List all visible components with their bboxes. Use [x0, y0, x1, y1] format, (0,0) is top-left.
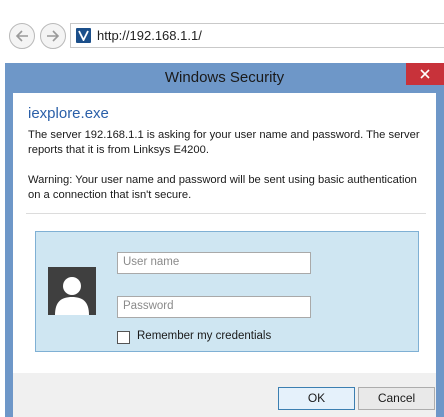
remember-checkbox[interactable] — [117, 331, 130, 344]
divider — [26, 213, 426, 214]
username-field[interactable]: User name — [117, 252, 311, 274]
forward-arrow-icon — [47, 30, 60, 42]
dialog-title: Windows Security — [164, 69, 285, 86]
back-arrow-icon — [15, 30, 28, 42]
cancel-button[interactable]: Cancel — [358, 387, 435, 410]
url-text[interactable]: http://192.168.1.1/ — [97, 28, 202, 43]
dialog-footer: OK Cancel — [13, 373, 436, 417]
close-icon — [420, 69, 430, 79]
address-bar[interactable]: http://192.168.1.1/ — [70, 23, 444, 48]
dialog-body: iexplore.exe The server 192.168.1.1 is a… — [13, 93, 436, 417]
close-button[interactable] — [406, 63, 444, 85]
security-dialog: Windows Security iexplore.exe The server… — [5, 63, 444, 417]
forward-button[interactable] — [40, 23, 66, 49]
credential-panel: User name Password Remember my credentia… — [35, 231, 419, 352]
browser-toolbar: http://192.168.1.1/ — [0, 0, 444, 52]
server-message: The server 192.168.1.1 is asking for you… — [28, 129, 420, 156]
warning-message: Warning: Your user name and password wil… — [28, 174, 417, 201]
back-button[interactable] — [9, 23, 35, 49]
password-field[interactable]: Password — [117, 296, 311, 318]
site-favicon-icon — [76, 28, 91, 43]
app-name: iexplore.exe — [28, 105, 109, 122]
user-avatar-icon — [48, 267, 96, 315]
remember-label[interactable]: Remember my credentials — [137, 330, 271, 342]
ok-button[interactable]: OK — [278, 387, 355, 410]
